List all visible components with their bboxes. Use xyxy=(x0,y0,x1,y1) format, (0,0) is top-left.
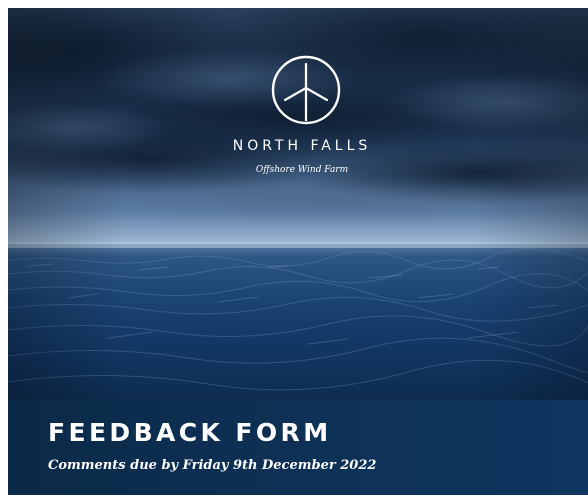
form-deadline: Comments due by Friday 9th December 2022 xyxy=(48,458,377,473)
stormy-sea-photo: NORTH FALLS Offshore Wind Farm xyxy=(8,8,588,400)
form-title: FEEDBACK FORM xyxy=(48,418,332,447)
wind-turbine-icon xyxy=(268,52,344,128)
page: NORTH FALLS Offshore Wind Farm FEEDBACK … xyxy=(0,0,588,495)
brand-logo: NORTH FALLS Offshore Wind Farm xyxy=(8,8,588,400)
brand-name: NORTH FALLS xyxy=(232,138,372,154)
title-band: FEEDBACK FORM Comments due by Friday 9th… xyxy=(8,400,588,495)
brand-tagline: Offshore Wind Farm xyxy=(255,165,349,175)
feedback-form-cover: NORTH FALLS Offshore Wind Farm FEEDBACK … xyxy=(8,8,588,495)
